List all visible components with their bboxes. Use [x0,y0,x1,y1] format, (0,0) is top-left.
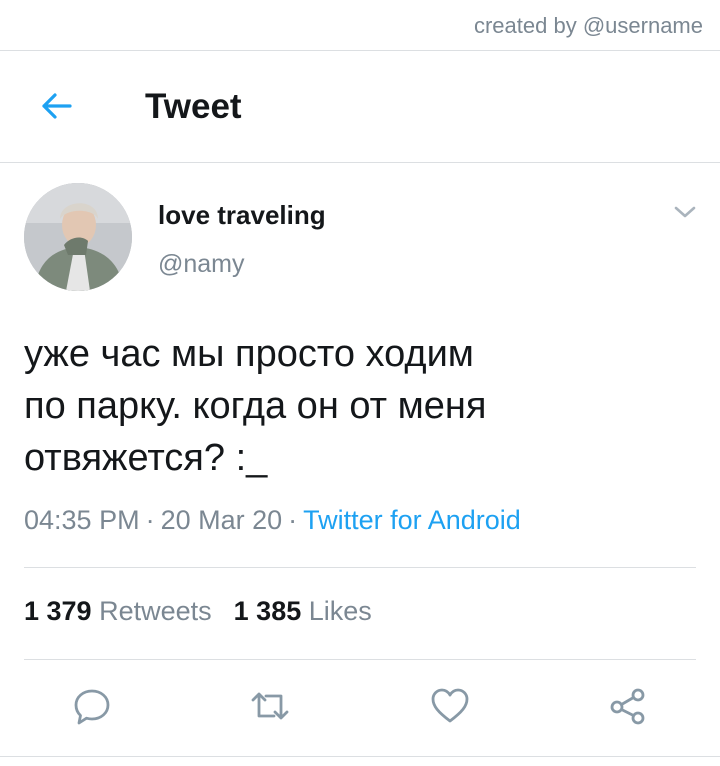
credit-text: created by @username [473,13,703,38]
meta-separator: · [145,505,155,535]
avatar[interactable] [24,183,132,291]
retweet-icon[interactable] [248,684,292,728]
tweet-date: 20 Mar 20 [160,505,283,535]
tweet-source-link[interactable]: Twitter for Android [303,505,521,535]
credit-bar: created by @username [0,0,720,51]
chevron-down-icon[interactable] [672,202,698,222]
page-title: Tweet [145,87,242,126]
bottom-divider [0,756,720,757]
tweet-meta: 04:35 PM · 20 Mar 20 · Twitter for Android [24,505,521,536]
retweets-count: 1 379 [24,596,92,626]
arrow-left-icon[interactable] [38,88,74,124]
likes-count: 1 385 [233,596,302,626]
divider [24,659,696,660]
share-icon[interactable] [606,684,650,728]
likes-stat[interactable]: 1 385 Likes [234,596,372,626]
tweet-stats: 1 379 Retweets 1 385 Likes [24,596,372,627]
reply-icon[interactable] [70,684,114,728]
author-handle[interactable]: @namy [158,250,245,279]
header: Tweet [0,51,720,163]
meta-separator: · [288,505,298,535]
retweets-label: Retweets [99,596,212,626]
avatar-photo [24,183,132,291]
heart-icon[interactable] [428,684,472,728]
tweet-text: уже час мы просто ходим по парку. когда … [24,333,487,479]
tweet-time: 04:35 PM [24,505,140,535]
retweets-stat[interactable]: 1 379 Retweets [24,596,212,626]
likes-label: Likes [308,596,372,626]
author-display-name[interactable]: love traveling [158,200,326,231]
divider [24,567,696,568]
